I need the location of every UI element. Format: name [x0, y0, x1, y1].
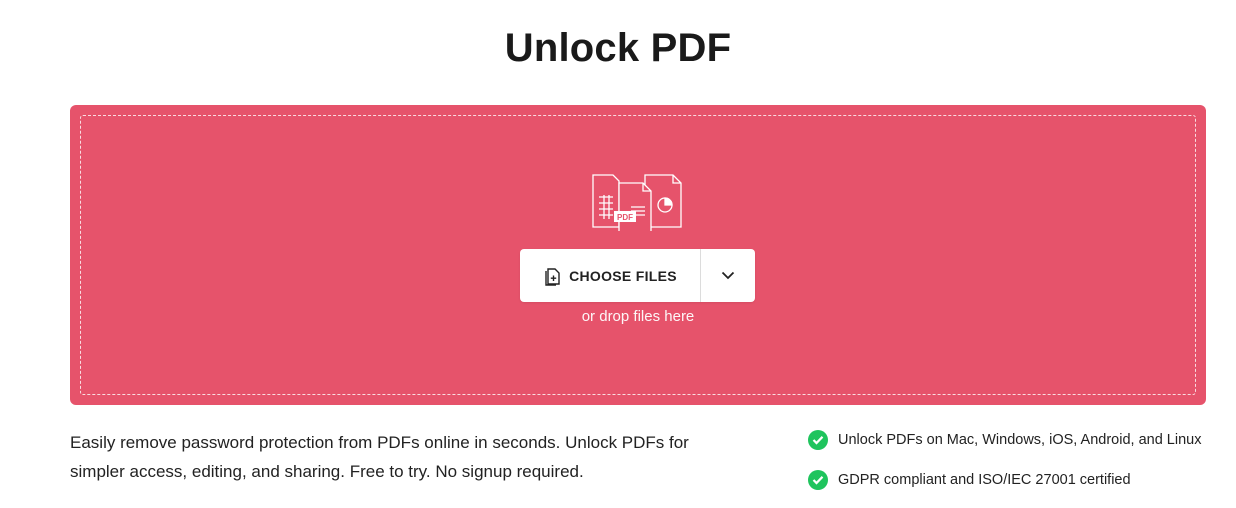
feature-text: Unlock PDFs on Mac, Windows, iOS, Androi…: [838, 432, 1202, 448]
feature-list: Unlock PDFs on Mac, Windows, iOS, Androi…: [808, 428, 1228, 508]
chevron-down-icon: [721, 271, 735, 280]
feature-text: GDPR compliant and ISO/IEC 27001 certifi…: [838, 472, 1131, 488]
feature-item: GDPR compliant and ISO/IEC 27001 certifi…: [808, 468, 1228, 492]
file-dropzone[interactable]: PDF CHOOSE FILES or drop files here: [70, 105, 1206, 405]
feature-item: Unlock PDFs on Mac, Windows, iOS, Androi…: [808, 428, 1228, 452]
pdf-badge-label: PDF: [617, 213, 633, 222]
choose-files-group: CHOOSE FILES: [520, 249, 755, 302]
files-pdf-illustration-icon: PDF: [592, 174, 682, 231]
choose-files-button[interactable]: CHOOSE FILES: [520, 249, 701, 302]
choose-files-label: CHOOSE FILES: [569, 267, 677, 284]
file-add-icon: [545, 267, 560, 286]
drop-files-hint: or drop files here: [581, 308, 695, 325]
upload-source-dropdown-button[interactable]: [701, 249, 755, 302]
page-title: Unlock PDF: [504, 26, 732, 70]
tool-description: Easily remove password protection from P…: [70, 433, 689, 481]
check-circle-icon: [808, 430, 828, 450]
check-circle-icon: [808, 470, 828, 490]
